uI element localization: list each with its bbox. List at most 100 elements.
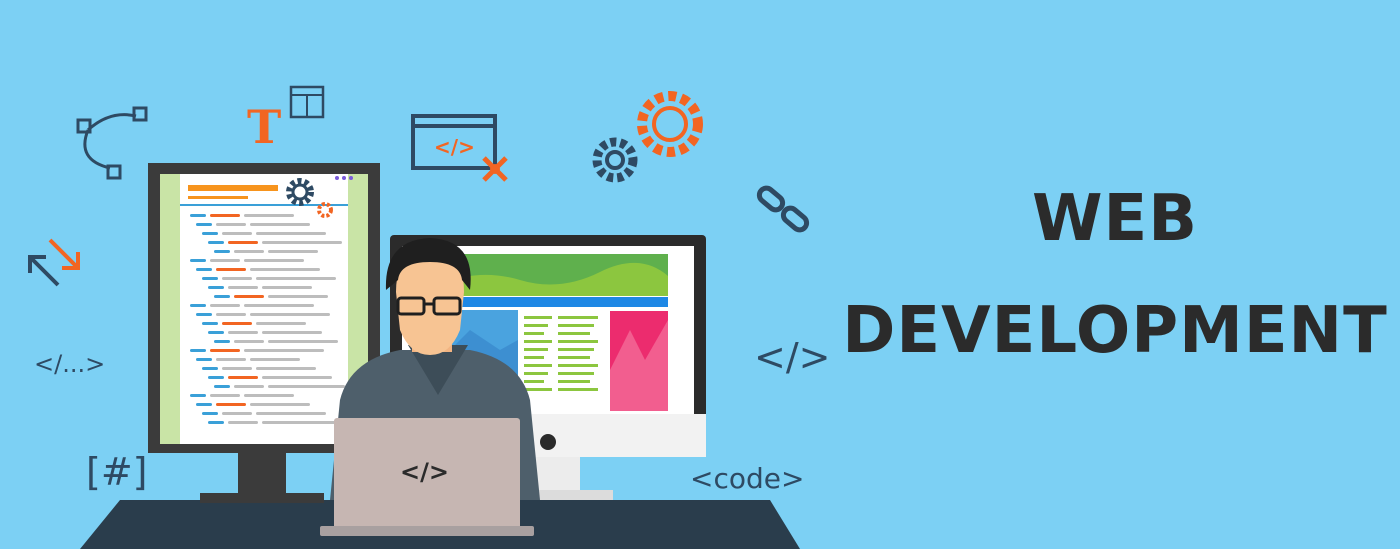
- bezier-curve-icon: [76, 106, 148, 180]
- code-line: [202, 412, 218, 415]
- code-line: [234, 385, 264, 388]
- code-line: [524, 388, 552, 391]
- heading-line-web: WEB: [1031, 182, 1199, 256]
- code-line: [234, 250, 264, 253]
- code-line: [228, 331, 258, 334]
- code-line: [222, 277, 252, 280]
- code-line: [524, 356, 544, 359]
- code-line: [214, 385, 230, 388]
- code-line: [558, 380, 590, 383]
- code-line: [244, 259, 304, 262]
- code-line: [256, 412, 326, 415]
- code-line: [202, 277, 218, 280]
- code-line: [268, 250, 318, 253]
- code-line: [222, 322, 252, 325]
- code-line: [558, 388, 598, 391]
- ellipsis-tag-text: </...>: [34, 350, 106, 378]
- code-line: [210, 304, 240, 307]
- code-line: [214, 250, 230, 253]
- code-line: [256, 277, 336, 280]
- code-line: [202, 322, 218, 325]
- code-line: [244, 349, 324, 352]
- code-line: [558, 316, 598, 319]
- code-line: [262, 241, 342, 244]
- code-line: [190, 259, 206, 262]
- code-brackets-text: </>: [754, 335, 831, 379]
- code-line: [262, 331, 322, 334]
- code-line: [234, 340, 264, 343]
- code-line: [190, 349, 206, 352]
- code-line: [524, 340, 552, 343]
- code-line: [208, 376, 224, 379]
- code-line: [228, 286, 258, 289]
- code-line: [262, 421, 342, 424]
- code-line: [216, 223, 246, 226]
- code-line: [558, 356, 590, 359]
- web-development-banner: T </> </> </...> [#] <code> </> WEB DEVE…: [0, 0, 1400, 549]
- heading-line-development: DEVELOPMENT: [842, 294, 1388, 368]
- window-code-text: </>: [434, 135, 475, 159]
- code-line: [190, 304, 206, 307]
- code-line: [196, 358, 212, 361]
- code-line: [262, 376, 332, 379]
- link-icon: [756, 185, 810, 233]
- code-line: [524, 380, 544, 383]
- code-line: [190, 214, 206, 217]
- code-line: [196, 268, 212, 271]
- code-line: [216, 313, 246, 316]
- text-format-letter: T: [247, 100, 281, 154]
- code-line: [210, 349, 240, 352]
- code-line: [216, 403, 246, 406]
- code-line: [250, 223, 310, 226]
- code-line: [244, 214, 294, 217]
- code-line: [196, 313, 212, 316]
- code-line: [250, 358, 300, 361]
- code-line: [202, 232, 218, 235]
- code-line: [228, 421, 258, 424]
- code-line: [208, 286, 224, 289]
- code-line: [268, 385, 345, 388]
- code-line: [214, 295, 230, 298]
- code-line: [210, 214, 240, 217]
- code-line: [208, 241, 224, 244]
- code-line: [250, 313, 330, 316]
- code-line: [228, 241, 258, 244]
- code-line: [558, 332, 590, 335]
- code-line: [190, 394, 206, 397]
- code-line: [208, 331, 224, 334]
- code-line: [244, 394, 294, 397]
- laptop-code-text: </>: [400, 458, 449, 486]
- code-line: [222, 367, 252, 370]
- code-line: [244, 304, 314, 307]
- code-line: [196, 403, 212, 406]
- code-line: [256, 367, 316, 370]
- code-line: [558, 372, 594, 375]
- code-line: [524, 332, 544, 335]
- code-line: [214, 340, 230, 343]
- code-line: [558, 324, 594, 327]
- code-line: [558, 348, 594, 351]
- code-line: [558, 364, 598, 367]
- code-line: [196, 223, 212, 226]
- code-line: [268, 295, 328, 298]
- swap-arrows-icon: [28, 238, 80, 287]
- code-line: [222, 412, 252, 415]
- code-line: [524, 324, 548, 327]
- text-format-icon: [289, 85, 325, 119]
- code-line: [202, 367, 218, 370]
- code-line: [262, 286, 312, 289]
- code-line: [256, 232, 326, 235]
- code-line: [228, 376, 258, 379]
- code-line: [524, 348, 548, 351]
- code-line: [268, 340, 338, 343]
- code-line: [210, 394, 240, 397]
- code-line: [234, 295, 264, 298]
- code-line: [558, 340, 598, 343]
- code-line: [524, 316, 552, 319]
- code-line: [524, 372, 548, 375]
- code-line: [222, 232, 252, 235]
- hash-bracket-text: [#]: [86, 450, 148, 494]
- code-tag-text: <code>: [690, 462, 805, 495]
- code-line: [216, 268, 246, 271]
- code-line: [250, 268, 320, 271]
